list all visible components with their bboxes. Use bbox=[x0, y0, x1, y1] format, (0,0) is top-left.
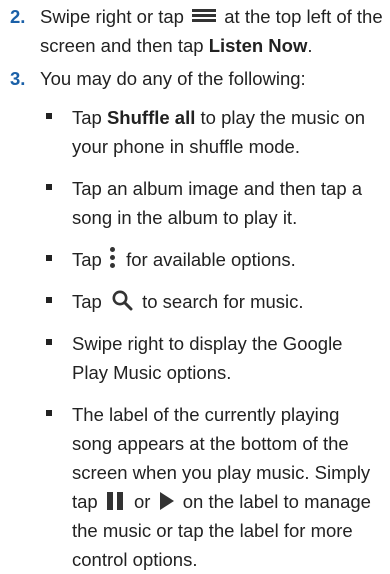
list-item: Tap Shuffle all to play the music on you… bbox=[0, 103, 390, 161]
list-item: Tap to search for music. bbox=[0, 287, 390, 316]
shuffle-all-label: Shuffle all bbox=[106, 107, 196, 128]
step-text-end: . bbox=[307, 35, 313, 56]
more-options-icon bbox=[109, 247, 117, 269]
bullet-text: to search for music. bbox=[142, 291, 304, 312]
bullet-text: for available options. bbox=[126, 249, 296, 270]
listen-now-label: Listen Now bbox=[208, 35, 308, 56]
bullet-icon bbox=[46, 184, 52, 190]
menu-icon bbox=[192, 9, 217, 23]
bullet-icon bbox=[46, 255, 52, 261]
bullet-text: Tap bbox=[72, 291, 102, 312]
step-text: Swipe right or tap bbox=[40, 6, 184, 27]
step-number: 3. bbox=[10, 68, 26, 89]
bullet-icon bbox=[46, 297, 52, 303]
bullet-text: or bbox=[134, 491, 151, 512]
bullet-text: Tap bbox=[72, 249, 102, 270]
step-2: 2. Swipe right or tap at the top left of… bbox=[0, 2, 390, 60]
list-item: Swipe right to display the Google Play M… bbox=[0, 329, 390, 387]
step-text: You may do any of the following: bbox=[40, 68, 306, 89]
step-3: 3. You may do any of the following: bbox=[0, 64, 390, 93]
bullet-text: Swipe right to display the Google Play M… bbox=[72, 333, 343, 383]
options-list: Tap Shuffle all to play the music on you… bbox=[0, 103, 390, 574]
play-icon bbox=[159, 492, 174, 511]
bullet-icon bbox=[46, 339, 52, 345]
bullet-icon bbox=[46, 113, 52, 119]
bullet-text: Tap an album image and then tap a song i… bbox=[72, 178, 363, 228]
bullet-text: Tap bbox=[72, 107, 102, 128]
list-item: Tap an album image and then tap a song i… bbox=[0, 174, 390, 232]
step-number: 2. bbox=[10, 6, 26, 27]
pause-icon bbox=[106, 492, 125, 511]
list-item: Tap for available options. bbox=[0, 245, 390, 274]
instruction-page: 2. Swipe right or tap at the top left of… bbox=[0, 0, 390, 574]
list-item: The label of the currently playing song … bbox=[0, 400, 390, 574]
search-icon bbox=[111, 289, 133, 311]
bullet-icon bbox=[46, 410, 52, 416]
